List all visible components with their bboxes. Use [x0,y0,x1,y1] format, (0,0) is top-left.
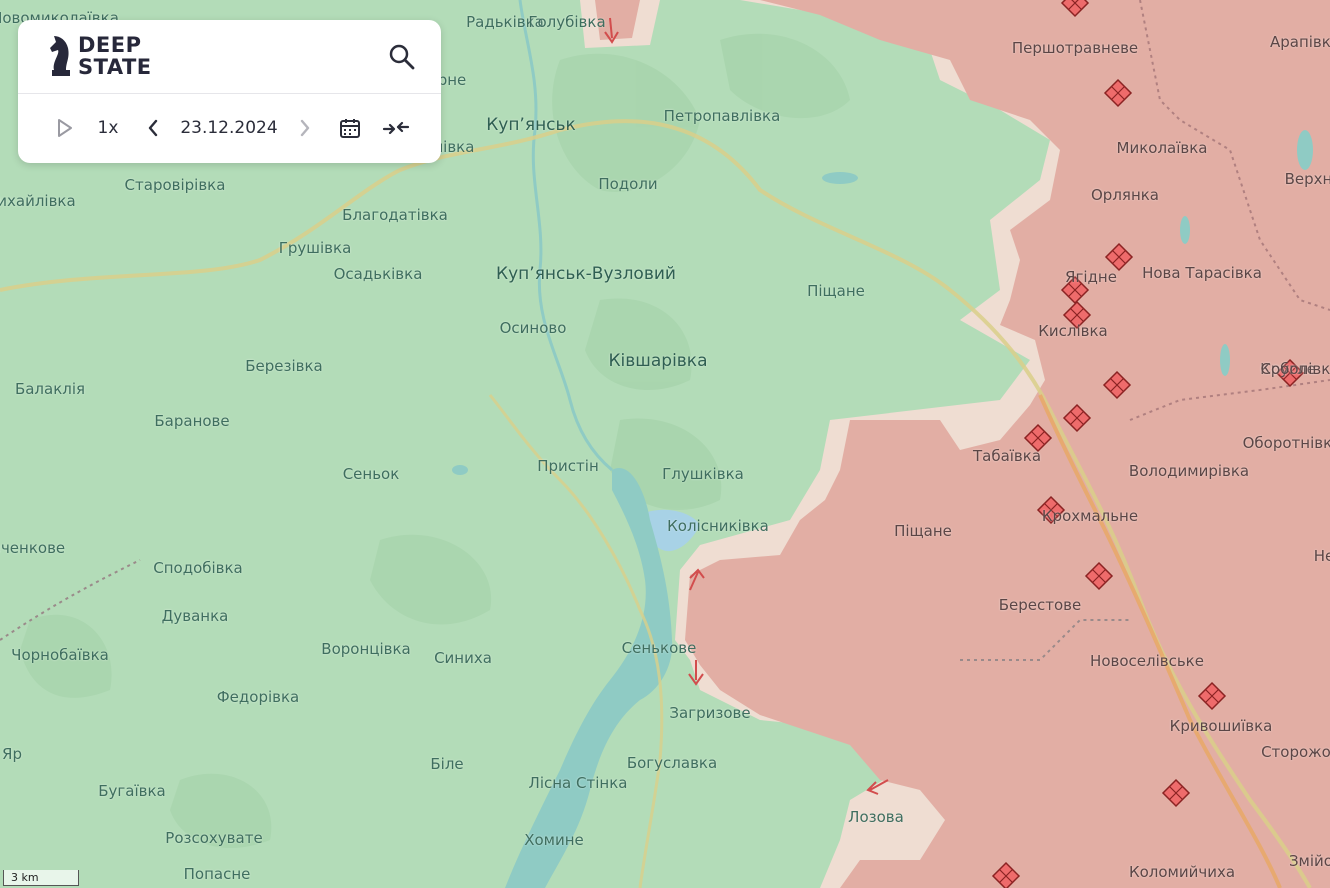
search-icon [389,44,415,70]
place-label: Верхня [1284,170,1330,188]
place-label: Осадьківка [333,265,423,283]
collapse-button[interactable] [380,110,412,146]
search-button[interactable] [387,42,417,72]
place-label: Ягідне [1065,268,1117,286]
place-label: Ківшарівка [608,351,708,371]
chevron-left-icon [148,119,158,137]
deepstate-logo: DEEP STATE [48,34,152,78]
place-label: Оборотнівка [1242,434,1330,452]
next-day-button[interactable] [292,110,318,146]
place-label: Сподобівка [153,559,243,577]
panel-divider [18,93,441,94]
previous-day-button[interactable] [140,110,166,146]
place-label: Володимирівка [1128,462,1250,480]
place-label: Яр [2,745,22,763]
place-label: Чорнобаївка [11,646,109,664]
place-label: Нова Тарасівка [1142,264,1262,282]
place-label: Новоселівське [1090,652,1204,670]
speed-button[interactable]: 1x [90,110,126,146]
place-label: Глушківка [662,465,744,483]
place-label: Загризове [669,704,751,722]
place-label: Хомине [524,831,584,849]
place-label: Синиха [434,649,492,667]
place-label: Орлянка [1091,186,1159,204]
place-label: Куп’янськ-Вузловий [496,264,676,284]
place-label: Пристін [537,457,599,475]
chevron-right-icon [300,119,310,137]
place-label: Благодатівка [342,206,448,224]
place-label: Баранове [154,412,230,430]
place-label: Дуванка [161,607,229,625]
place-label: Бугаївка [98,782,166,800]
place-label: Голубівка [528,13,606,31]
date-display[interactable]: 23.12.2024 [176,110,282,146]
place-label: Соболівка [1260,360,1330,378]
place-label: Кислівка [1038,322,1108,340]
logo-state: STATE [78,55,152,79]
place-label: Нe [1313,547,1330,565]
place-label: Першотравневе [1011,39,1139,57]
logo-deep: DEEP [78,33,142,57]
scale-bar: 3 km [3,870,79,886]
calendar-button[interactable] [336,110,364,146]
place-label: Старовірівка [124,176,226,194]
place-label: Табаївка [972,447,1042,465]
place-label: Крохмальне [1041,507,1139,525]
place-label: Михайлівка [0,192,76,210]
timeline-panel: DEEP STATE 1x 23.12.2024 [18,20,441,163]
place-label: Лозова [848,808,904,826]
place-label: Миколаївка [1116,139,1208,157]
place-label: Березівка [245,357,323,375]
place-label: Сеньковe [621,639,697,657]
place-label: Балаклія [14,380,86,398]
place-label: Попасне [183,865,251,883]
place-label: Змійове [1288,852,1330,870]
place-label: Берестове [998,596,1082,614]
place-label: Шевченкове [0,539,66,557]
place-label: Колісниківка [667,517,769,535]
place-label: Куп’янськ [486,115,576,135]
place-label: Подоли [598,175,658,193]
collapse-arrows-icon [382,121,410,135]
place-label: Сторожове [1261,743,1330,761]
place-label: Осиново [499,319,567,337]
place-label: Біле [430,755,464,773]
place-label: рне [437,71,467,89]
calendar-icon [340,119,360,138]
play-button[interactable] [50,110,80,146]
place-label: Лісна Стінка [528,774,628,792]
place-label: Федорівка [216,688,300,706]
knight-logo-icon [50,36,70,76]
place-label: Коломийчиха [1128,863,1236,881]
place-label: Піщане [807,282,865,300]
place-label: Кривошиївка [1169,717,1273,735]
place-label: Петропавлівка [663,107,781,125]
place-label: Піщане [894,522,952,540]
place-label: Сеньок [342,465,400,483]
place-label: Воронцівка [321,640,411,658]
play-icon [58,119,72,137]
place-label: Грушівка [278,239,352,257]
place-label: Богуславка [626,754,718,772]
place-label: Розсохувате [165,829,263,847]
place-label: Арапівка [1269,33,1330,51]
